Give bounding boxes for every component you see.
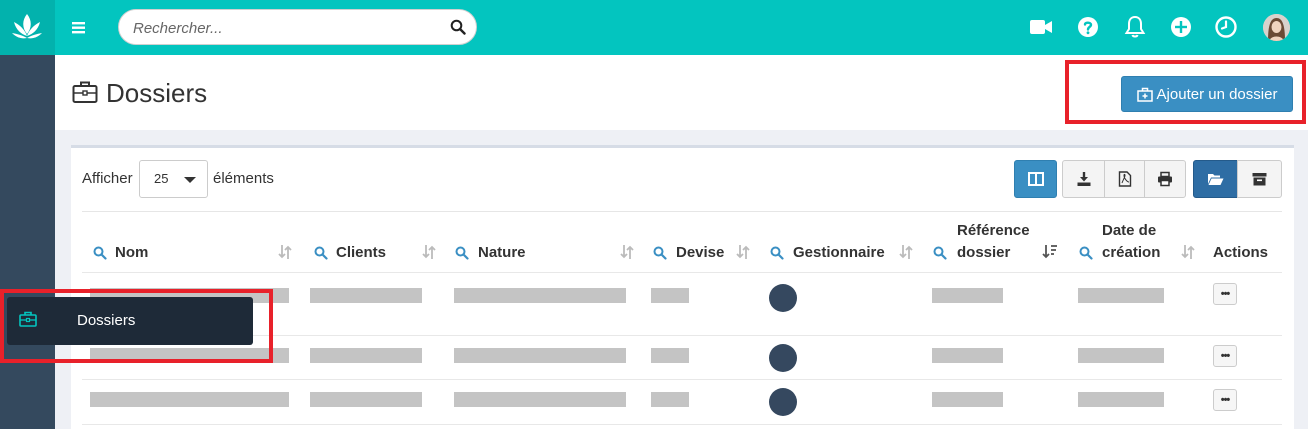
highlight-sidebar-item: [0, 289, 273, 363]
toolbar-divider: [82, 211, 1282, 212]
placeholder-cell: [310, 348, 422, 363]
search-icon[interactable]: [93, 246, 107, 260]
folder-open-icon: [1208, 174, 1224, 185]
placeholder-cell: [1078, 288, 1164, 303]
manager-avatar: [769, 388, 797, 416]
search-icon[interactable]: [1079, 246, 1093, 260]
column-header-date-line1[interactable]: Date de: [1102, 220, 1156, 242]
row-actions-button[interactable]: •••: [1213, 389, 1237, 411]
page-length-value: 25: [154, 171, 169, 186]
clock-icon[interactable]: [1214, 15, 1238, 39]
ellipsis-icon: •••: [1220, 288, 1231, 300]
row-actions-button[interactable]: •••: [1213, 283, 1237, 305]
menu-icon[interactable]: [68, 16, 90, 38]
sort-desc-icon[interactable]: [1042, 244, 1058, 260]
search-icon[interactable]: [455, 246, 469, 260]
download-button[interactable]: [1062, 160, 1105, 198]
search-icon[interactable]: [653, 246, 667, 260]
columns-toggle-button[interactable]: [1014, 160, 1057, 198]
plus-circle-icon[interactable]: [1169, 15, 1193, 39]
search-icon[interactable]: [933, 246, 947, 260]
briefcase-icon: [72, 81, 98, 103]
placeholder-cell: [454, 288, 626, 303]
top-bar: [0, 0, 1308, 55]
show-label: Afficher: [82, 170, 133, 187]
page-title: Dossiers: [106, 78, 208, 108]
lotus-logo-icon: [12, 14, 42, 39]
sort-icon[interactable]: [735, 244, 751, 260]
search-icon[interactable]: [314, 246, 328, 260]
sort-icon[interactable]: [898, 244, 914, 260]
search-icon[interactable]: [450, 19, 466, 35]
app-logo[interactable]: [0, 0, 55, 55]
bell-icon[interactable]: [1123, 15, 1147, 39]
manager-avatar: [769, 284, 797, 312]
column-header-devise[interactable]: Devise: [676, 242, 724, 264]
row-divider: [82, 272, 1282, 273]
export-pdf-button[interactable]: [1104, 160, 1145, 198]
help-icon[interactable]: [1076, 15, 1100, 39]
avatar[interactable]: [1263, 14, 1290, 41]
ellipsis-icon: •••: [1220, 350, 1231, 362]
manager-avatar: [769, 344, 797, 372]
sort-icon[interactable]: [1180, 244, 1196, 260]
placeholder-cell: [932, 392, 1003, 407]
elements-label: éléments: [213, 170, 274, 187]
archive-icon: [1252, 173, 1267, 186]
placeholder-cell: [932, 288, 1003, 303]
column-header-reference-line1[interactable]: Référence: [957, 220, 1030, 242]
placeholder-cell: [1078, 348, 1164, 363]
open-dossiers-filter-button[interactable]: [1193, 160, 1238, 198]
search-box: [118, 9, 477, 45]
sort-icon[interactable]: [277, 244, 293, 260]
placeholder-cell: [932, 348, 1003, 363]
columns-icon: [1027, 172, 1044, 186]
row-divider: [82, 379, 1282, 380]
ellipsis-icon: •••: [1220, 394, 1231, 406]
placeholder-cell: [651, 392, 689, 407]
column-header-actions: Actions: [1213, 244, 1269, 261]
column-header-nom[interactable]: Nom: [115, 242, 148, 264]
search-input[interactable]: [133, 18, 443, 38]
column-header-clients[interactable]: Clients: [336, 242, 386, 264]
archived-dossiers-filter-button[interactable]: [1237, 160, 1282, 198]
placeholder-cell: [651, 348, 689, 363]
column-header-gestionnaire[interactable]: Gestionnaire: [793, 242, 885, 264]
column-header-reference-line2[interactable]: dossier: [957, 242, 1010, 264]
placeholder-cell: [90, 392, 289, 407]
dossiers-table-card: Afficher 25 éléments Nom Clients Nature …: [71, 145, 1294, 429]
row-divider: [82, 424, 1282, 425]
placeholder-cell: [651, 288, 689, 303]
column-header-date-line2[interactable]: création: [1102, 242, 1160, 264]
search-icon[interactable]: [770, 246, 784, 260]
chevron-down-icon: [184, 177, 196, 183]
highlight-add-button: [1065, 60, 1306, 124]
placeholder-cell: [310, 392, 422, 407]
placeholder-cell: [454, 392, 626, 407]
row-actions-button[interactable]: •••: [1213, 345, 1237, 367]
sort-icon[interactable]: [619, 244, 635, 260]
placeholder-cell: [1078, 392, 1164, 407]
page-length-select[interactable]: 25: [139, 160, 208, 198]
print-icon: [1158, 171, 1172, 187]
placeholder-cell: [454, 348, 626, 363]
placeholder-cell: [310, 288, 422, 303]
sidebar: [0, 55, 55, 429]
sort-icon[interactable]: [421, 244, 437, 260]
video-camera-icon[interactable]: [1029, 15, 1053, 39]
print-button[interactable]: [1144, 160, 1186, 198]
column-header-nature[interactable]: Nature: [478, 242, 526, 264]
download-icon: [1077, 172, 1090, 186]
file-pdf-icon: [1118, 171, 1131, 187]
